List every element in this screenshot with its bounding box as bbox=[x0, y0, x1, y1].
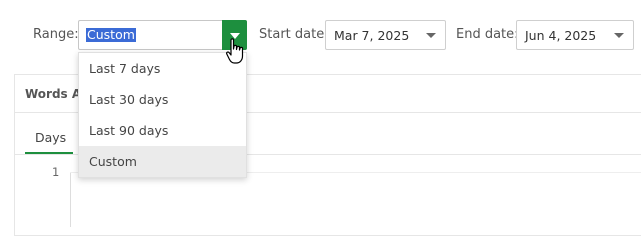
menu-item-last-7-days[interactable]: Last 7 days bbox=[79, 53, 246, 84]
range-label: Range: bbox=[33, 27, 79, 42]
end-date-label: End date: bbox=[456, 27, 519, 42]
tab-days[interactable]: Days bbox=[35, 130, 66, 145]
menu-item-last-90-days[interactable]: Last 90 days bbox=[79, 115, 246, 146]
y-axis-line bbox=[70, 172, 71, 227]
y-axis-tick-label: 1 bbox=[52, 165, 60, 179]
chevron-down-icon[interactable] bbox=[426, 33, 436, 38]
menu-item-last-30-days[interactable]: Last 30 days bbox=[79, 84, 246, 115]
start-date-label: Start date: bbox=[259, 27, 329, 42]
hand-pointer-icon bbox=[226, 38, 244, 64]
start-date-select[interactable]: Mar 7, 2025 bbox=[325, 20, 446, 50]
chevron-down-icon[interactable] bbox=[614, 33, 624, 38]
start-date-value: Mar 7, 2025 bbox=[334, 28, 410, 43]
menu-item-custom[interactable]: Custom bbox=[79, 146, 246, 177]
range-select[interactable]: Custom bbox=[78, 20, 247, 50]
end-date-value: Jun 4, 2025 bbox=[525, 28, 597, 43]
range-dropdown-menu: Last 7 days Last 30 days Last 90 days Cu… bbox=[78, 52, 247, 178]
range-selected-value[interactable]: Custom bbox=[86, 28, 136, 42]
end-date-select[interactable]: Jun 4, 2025 bbox=[516, 20, 634, 50]
